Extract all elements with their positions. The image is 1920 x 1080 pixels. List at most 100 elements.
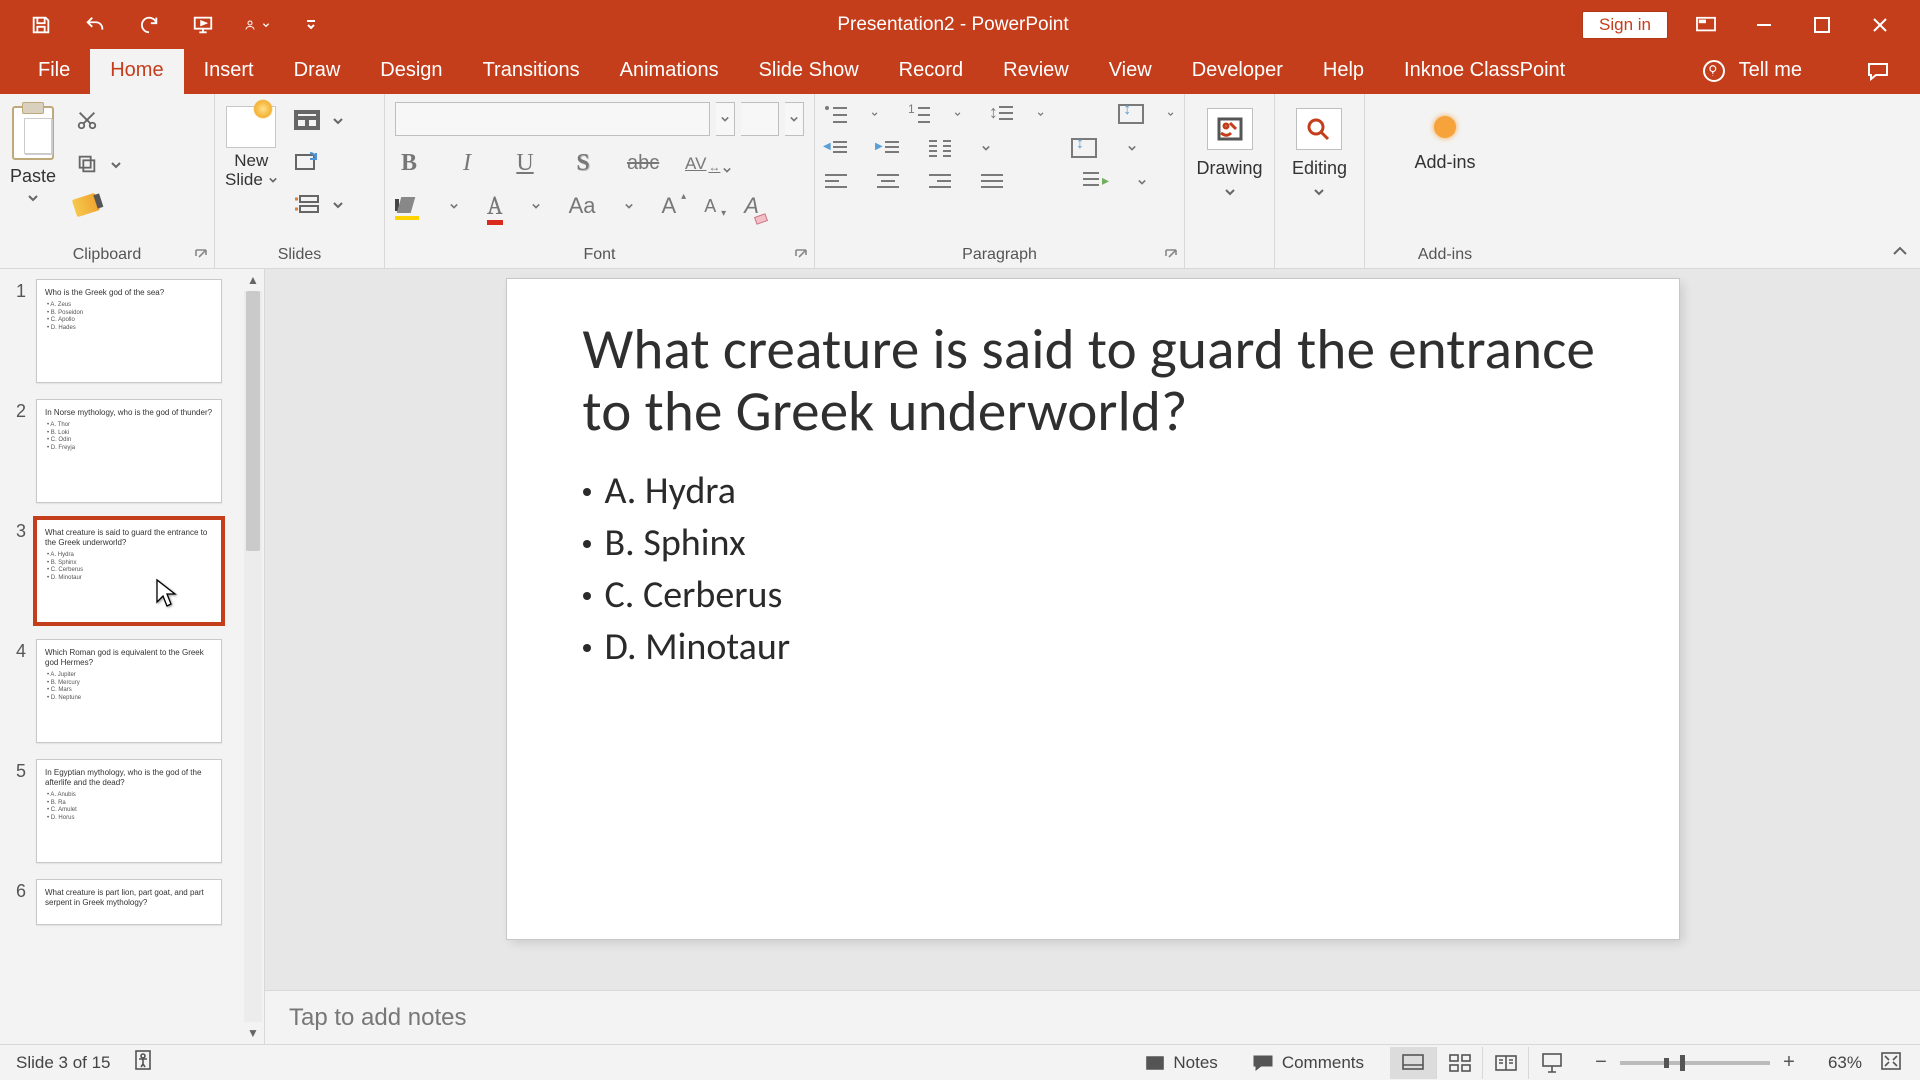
font-color-button[interactable]: A (487, 191, 503, 221)
font-launcher-icon[interactable] (794, 248, 808, 262)
highlight-dropdown-icon[interactable] (449, 202, 459, 210)
tab-animations[interactable]: Animations (600, 49, 739, 94)
new-slide-button[interactable]: New Slide (225, 104, 278, 189)
tab-inknoe-classpoint[interactable]: Inknoe ClassPoint (1384, 49, 1585, 94)
copy-dropdown-icon[interactable] (110, 158, 122, 170)
bullets-dropdown-icon[interactable] (871, 110, 878, 118)
paste-button[interactable]: Paste (10, 104, 56, 203)
tab-transitions[interactable]: Transitions (463, 49, 600, 94)
slide-thumbnail[interactable]: In Egyptian mythology, who is the god of… (36, 759, 222, 863)
slide-title[interactable]: What creature is said to guard the entra… (583, 319, 1603, 442)
layout-dropdown-icon[interactable] (332, 114, 344, 126)
redo-button[interactable] (136, 12, 162, 38)
zoom-percentage[interactable]: 63% (1808, 1053, 1862, 1073)
tab-insert[interactable]: Insert (184, 49, 274, 94)
slide-thumbnail[interactable]: What creature is said to guard the entra… (36, 519, 222, 623)
comments-pane-icon[interactable] (1866, 61, 1890, 81)
normal-view-button[interactable] (1390, 1047, 1436, 1079)
tab-home[interactable]: Home (90, 49, 183, 94)
tab-design[interactable]: Design (360, 49, 462, 94)
scroll-up-button[interactable]: ▲ (242, 269, 264, 291)
smartart-dropdown-icon[interactable] (1137, 178, 1147, 186)
section-dropdown-icon[interactable] (332, 198, 344, 210)
font-color-dropdown-icon[interactable] (531, 202, 541, 210)
notes-toggle-button[interactable]: Notes (1137, 1049, 1225, 1077)
reading-view-button[interactable] (1482, 1047, 1528, 1079)
text-shadow-button[interactable]: S (569, 150, 597, 177)
align-left-button[interactable] (825, 174, 847, 190)
addins-button[interactable]: Add-ins (1375, 100, 1515, 173)
align-center-button[interactable] (877, 174, 899, 190)
text-direction-button[interactable] (1118, 104, 1137, 124)
save-button[interactable] (28, 12, 54, 38)
maximize-button[interactable] (1802, 6, 1842, 44)
clipboard-launcher-icon[interactable] (194, 248, 208, 262)
tab-view[interactable]: View (1089, 49, 1172, 94)
align-text-button[interactable] (1071, 138, 1097, 158)
columns-dropdown-icon[interactable] (981, 144, 991, 152)
thumbnail-scrollbar[interactable]: ▲ ▼ (242, 269, 264, 1044)
line-spacing-button[interactable] (991, 104, 1007, 124)
slide-layout-button[interactable] (292, 108, 322, 132)
scroll-down-button[interactable]: ▼ (242, 1022, 264, 1044)
customize-qat-button[interactable] (298, 12, 324, 38)
strikethrough-button[interactable]: abc (627, 152, 655, 175)
bullets-button[interactable] (825, 104, 841, 124)
scroll-track[interactable] (244, 291, 262, 1022)
fit-to-window-button[interactable] (1880, 1051, 1904, 1075)
editing-button[interactable]: Editing (1292, 100, 1347, 197)
close-button[interactable] (1860, 6, 1900, 44)
drawing-button[interactable]: Drawing (1196, 100, 1262, 197)
tab-slide-show[interactable]: Slide Show (739, 49, 879, 94)
section-button[interactable] (292, 192, 322, 216)
change-case-button[interactable]: Aa (569, 193, 596, 219)
font-family-dropdown-icon[interactable] (716, 102, 735, 136)
increase-font-size-button[interactable]: A (662, 193, 677, 219)
increase-indent-button[interactable] (877, 139, 899, 157)
font-size-dropdown-icon[interactable] (785, 102, 804, 136)
font-size-combobox[interactable] (741, 102, 779, 136)
tab-developer[interactable]: Developer (1172, 49, 1303, 94)
change-case-dropdown-icon[interactable] (624, 202, 634, 210)
columns-button[interactable] (929, 138, 951, 158)
tab-file[interactable]: File (18, 49, 90, 94)
align-right-button[interactable] (929, 174, 951, 190)
text-highlight-button[interactable] (395, 195, 421, 217)
zoom-slider[interactable] (1620, 1061, 1770, 1065)
sign-in-button[interactable]: Sign in (1582, 11, 1668, 39)
minimize-button[interactable] (1744, 6, 1784, 44)
editing-dropdown-icon[interactable] (1313, 187, 1325, 197)
text-direction-dropdown-icon[interactable] (1167, 110, 1174, 118)
slide-bullet-item[interactable]: B. Sphinx (583, 520, 1603, 566)
tell-me-search[interactable]: Tell me (1693, 49, 1920, 94)
slide-bullet-item[interactable]: D. Minotaur (583, 624, 1603, 670)
slide-thumbnail[interactable]: Who is the Greek god of the sea?• A. Zeu… (36, 279, 222, 383)
tab-help[interactable]: Help (1303, 49, 1384, 94)
numbering-button[interactable] (908, 104, 924, 124)
tab-record[interactable]: Record (879, 49, 983, 94)
bold-button[interactable]: B (395, 150, 423, 177)
font-family-combobox[interactable] (395, 102, 710, 136)
justify-button[interactable] (981, 174, 1003, 190)
accessibility-check-button[interactable] (133, 1049, 153, 1076)
zoom-slider-handle[interactable] (1680, 1055, 1685, 1071)
scroll-thumb[interactable] (246, 291, 260, 551)
convert-to-smartart-button[interactable] (1083, 172, 1107, 192)
notes-pane[interactable]: Tap to add notes (265, 990, 1920, 1044)
slide-canvas[interactable]: What creature is said to guard the entra… (507, 279, 1679, 939)
align-text-dropdown-icon[interactable] (1127, 144, 1137, 152)
character-spacing-button[interactable]: AV↔ (685, 154, 732, 174)
line-spacing-dropdown-icon[interactable] (1037, 110, 1044, 118)
underline-button[interactable]: U (511, 150, 539, 177)
slide-body[interactable]: A. HydraB. SphinxC. CerberusD. Minotaur (583, 468, 1603, 670)
slide-counter[interactable]: Slide 3 of 15 (16, 1053, 111, 1073)
slide-thumbnail[interactable]: In Norse mythology, who is the god of th… (36, 399, 222, 503)
ribbon-display-options-button[interactable] (1686, 6, 1726, 44)
slide-bullet-item[interactable]: A. Hydra (583, 468, 1603, 514)
slide-show-view-button[interactable] (1528, 1047, 1574, 1079)
tab-review[interactable]: Review (983, 49, 1089, 94)
drawing-dropdown-icon[interactable] (1224, 187, 1236, 197)
slide-sorter-view-button[interactable] (1436, 1047, 1482, 1079)
format-painter-button[interactable] (74, 196, 122, 214)
comments-toggle-button[interactable]: Comments (1244, 1049, 1372, 1077)
